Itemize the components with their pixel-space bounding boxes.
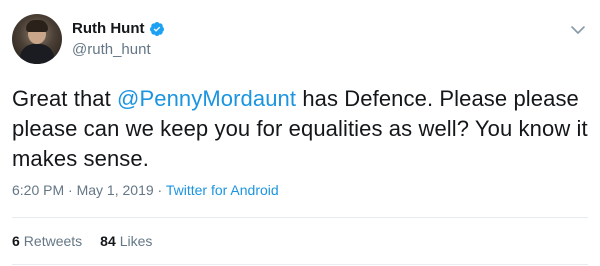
retweets-label: Retweets [23, 233, 83, 249]
likes-count: 84 [100, 233, 116, 249]
tweet-source-link[interactable]: Twitter for Android [166, 182, 279, 198]
likes-label: Likes [119, 233, 153, 249]
avatar-body-shape [20, 44, 54, 64]
avatar[interactable] [12, 14, 62, 64]
chevron-down-icon[interactable] [570, 24, 586, 36]
verified-badge-icon [150, 22, 165, 36]
likes-stat[interactable]: 84 Likes [100, 231, 152, 251]
tweet-text-before: Great that [12, 86, 118, 111]
retweets-count: 6 [12, 233, 20, 249]
tweet-time[interactable]: 6:20 PM [12, 182, 64, 198]
author-display-name[interactable]: Ruth Hunt [72, 20, 144, 38]
author-block: Ruth Hunt @ruth_hunt [72, 20, 165, 60]
divider [12, 217, 588, 218]
avatar-hair-shape [26, 20, 48, 32]
tweet-text: Great that @PennyMordaunt has Defence. P… [12, 84, 590, 174]
tweet-stats: 6 Retweets 84 Likes [12, 231, 152, 251]
meta-separator: · [153, 182, 166, 198]
retweets-stat[interactable]: 6 Retweets [12, 231, 82, 251]
mention-link[interactable]: @PennyMordaunt [117, 86, 296, 111]
author-name-row: Ruth Hunt [72, 20, 165, 38]
author-handle[interactable]: @ruth_hunt [72, 40, 165, 60]
tweet-meta: 6:20 PM · May 1, 2019 · Twitter for Andr… [12, 180, 279, 200]
meta-separator: · [64, 182, 77, 198]
divider [12, 264, 588, 265]
tweet-date[interactable]: May 1, 2019 [77, 182, 154, 198]
tweet-card: Ruth Hunt @ruth_hunt Great that @PennyMo… [0, 0, 600, 266]
